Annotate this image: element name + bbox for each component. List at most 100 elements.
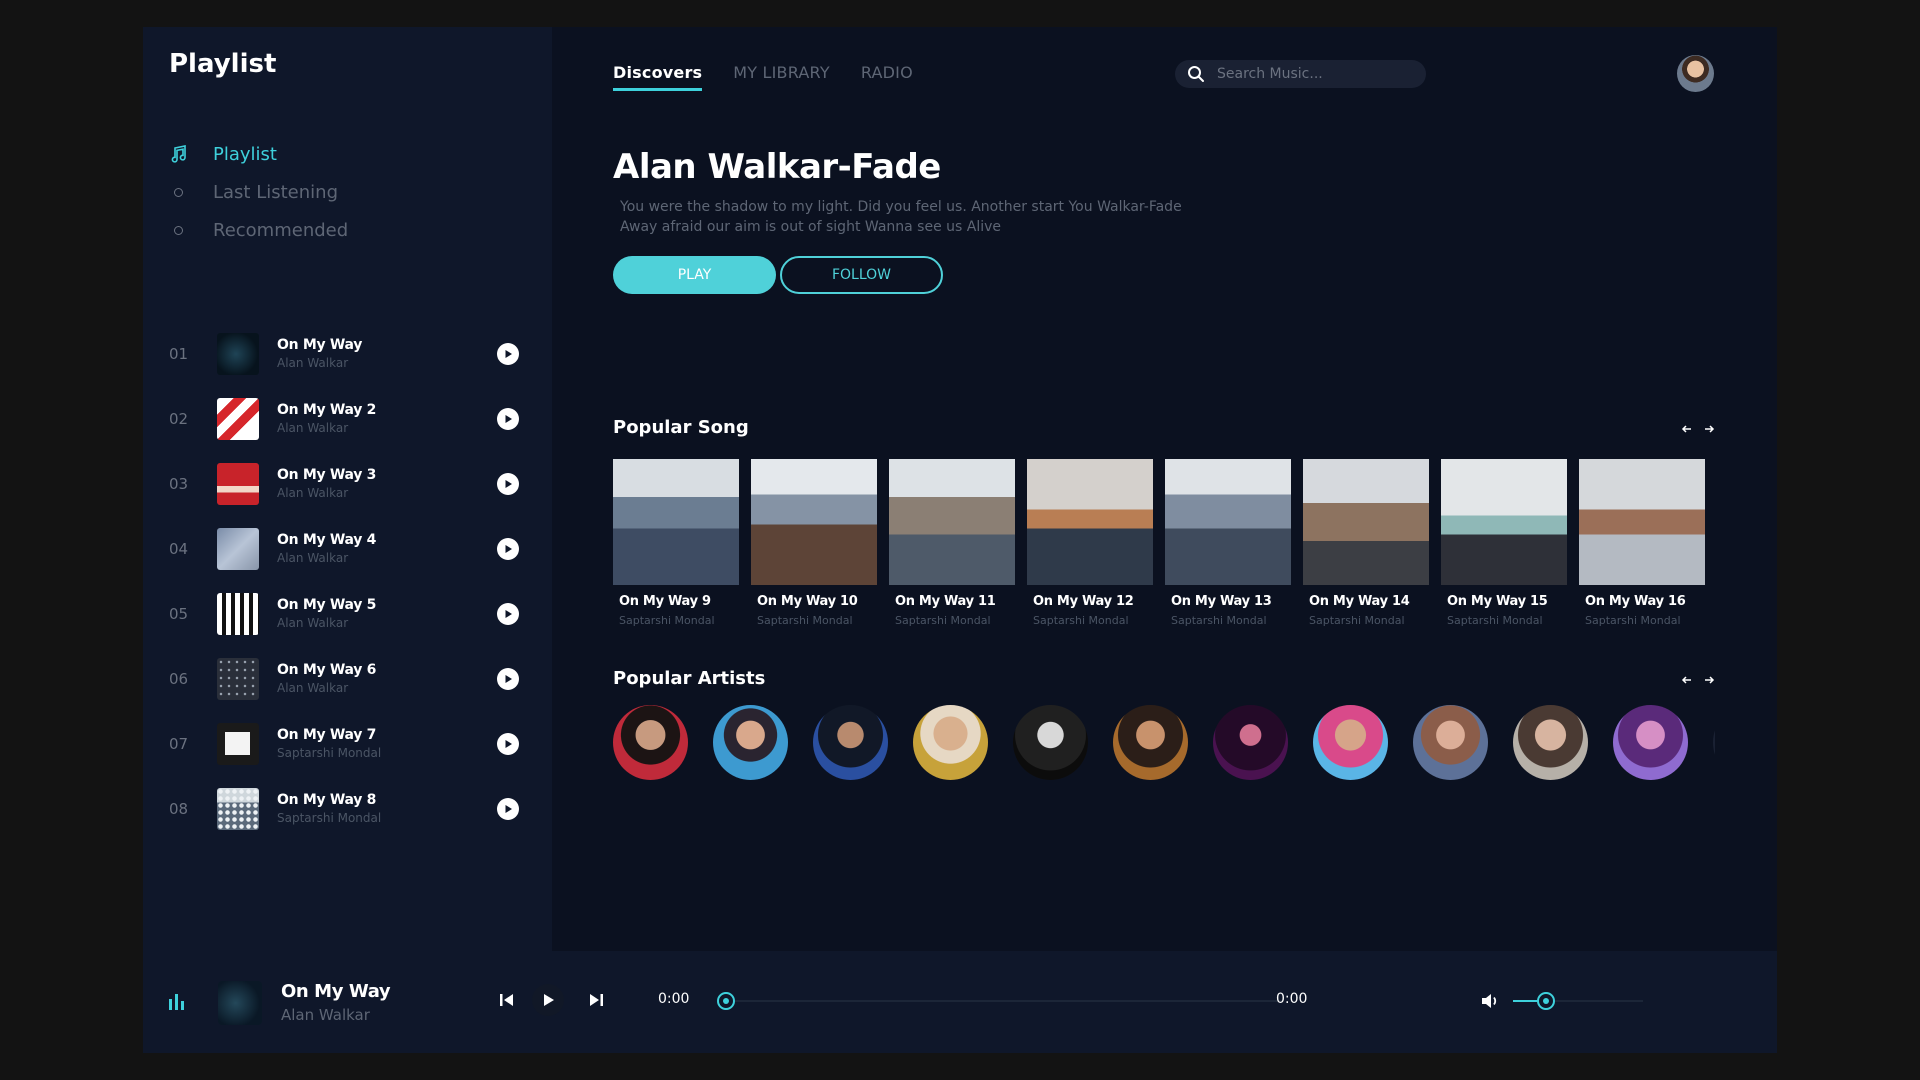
sidebar-item-last-listening[interactable]: Last Listening (169, 173, 348, 211)
arrow-right-icon[interactable] (1703, 420, 1715, 433)
artist-avatar[interactable] (713, 705, 788, 780)
search-input[interactable] (1217, 66, 1407, 82)
play-icon[interactable] (497, 797, 519, 820)
song-artist: Saptarshi Mondal (1447, 614, 1543, 627)
circle-dot-icon (169, 221, 187, 239)
artist-avatar[interactable] (1113, 705, 1188, 780)
search-icon (1187, 65, 1205, 83)
artist-avatar-partial[interactable] (1713, 705, 1715, 780)
sidebar-item-recommended[interactable]: Recommended (169, 211, 348, 249)
track-title: On My Way (277, 337, 363, 353)
now-playing-cover (218, 981, 262, 1025)
song-cover (1303, 459, 1429, 585)
next-icon[interactable] (585, 989, 607, 1011)
song-title: On My Way 14 (1309, 594, 1410, 609)
artist-avatar[interactable] (613, 705, 688, 780)
now-playing-artist: Alan Walkar (281, 1006, 370, 1024)
song-cover (1165, 459, 1291, 585)
tab-discovers[interactable]: Discovers (613, 63, 703, 91)
track-artist: Alan Walkar (277, 421, 349, 435)
search-bar (1175, 60, 1426, 88)
song-title: On My Way 10 (757, 594, 858, 609)
track-row[interactable]: 04 On My Way 4 Alan Walkar (169, 516, 529, 581)
tab-radio[interactable]: RADIO (861, 63, 913, 91)
song-card[interactable]: On My Way 10 Saptarshi Mondal (751, 459, 877, 627)
track-cover (217, 462, 259, 505)
artist-avatar[interactable] (1213, 705, 1288, 780)
song-card[interactable]: On My Way 15 Saptarshi Mondal (1441, 459, 1567, 627)
track-row[interactable]: 03 On My Way 3 Alan Walkar (169, 451, 529, 516)
song-title: On My Way 13 (1171, 594, 1272, 609)
sidebar-title: Playlist (169, 49, 277, 79)
track-row[interactable]: 02 On My Way 2 Alan Walkar (169, 386, 529, 451)
song-artist: Saptarshi Mondal (1171, 614, 1267, 627)
sidebar-item-label: Recommended (213, 219, 349, 241)
track-info: On My Way Alan Walkar (277, 337, 529, 370)
popular-artists-title: Popular Artists (613, 668, 766, 689)
artist-avatar[interactable] (1313, 705, 1388, 780)
track-number: 07 (169, 734, 189, 753)
track-row[interactable]: 08 On My Way 8 Saptarshi Mondal (169, 776, 529, 841)
progress-knob[interactable] (717, 992, 735, 1010)
volume-track[interactable] (1513, 1000, 1643, 1002)
play-button[interactable]: PLAY (613, 256, 776, 294)
song-title: On My Way 16 (1585, 594, 1686, 609)
track-artist: Alan Walkar (277, 681, 349, 695)
track-info: On My Way 8 Saptarshi Mondal (277, 792, 529, 825)
main-content: Discovers MY LIBRARY RADIO Alan Walkar-F… (552, 27, 1777, 951)
play-icon[interactable] (497, 407, 519, 430)
artist-avatar[interactable] (813, 705, 888, 780)
track-row[interactable]: 01 On My Way Alan Walkar (169, 321, 529, 386)
track-cover (217, 397, 259, 440)
artist-avatar[interactable] (1013, 705, 1088, 780)
sidebar-item-label: Playlist (213, 143, 277, 165)
song-card[interactable]: On My Way 13 Saptarshi Mondal (1165, 459, 1291, 627)
track-artist: Alan Walkar (277, 616, 349, 630)
song-card[interactable]: On My Way 16 Saptarshi Mondal (1579, 459, 1705, 627)
play-icon[interactable] (497, 472, 519, 495)
total-time: 0:00 (1276, 991, 1308, 1007)
previous-icon[interactable] (496, 989, 518, 1011)
play-pause-button[interactable] (532, 984, 564, 1016)
track-title: On My Way 5 (277, 597, 377, 613)
arrow-left-icon[interactable] (1681, 420, 1693, 433)
music-app: Playlist Playlist Last Listening Recomme… (143, 27, 1777, 1053)
play-icon[interactable] (497, 602, 519, 625)
music-note-icon (169, 145, 187, 163)
track-number: 01 (169, 344, 189, 363)
sidebar-item-playlist[interactable]: Playlist (169, 135, 348, 173)
track-row[interactable]: 06 On My Way 6 Alan Walkar (169, 646, 529, 711)
song-card[interactable]: On My Way 9 Saptarshi Mondal (613, 459, 739, 627)
arrow-left-icon[interactable] (1681, 671, 1693, 684)
play-icon[interactable] (497, 667, 519, 690)
track-info: On My Way 7 Saptarshi Mondal (277, 727, 529, 760)
play-icon[interactable] (497, 342, 519, 365)
artist-avatar[interactable] (913, 705, 988, 780)
track-title: On My Way 8 (277, 792, 377, 808)
song-cover (1441, 459, 1567, 585)
progress-track[interactable] (726, 1000, 1283, 1002)
song-card[interactable]: On My Way 11 Saptarshi Mondal (889, 459, 1015, 627)
tab-my-library[interactable]: MY LIBRARY (733, 63, 830, 91)
user-avatar[interactable] (1677, 55, 1714, 92)
song-card[interactable]: On My Way 12 Saptarshi Mondal (1027, 459, 1153, 627)
volume-knob[interactable] (1536, 992, 1555, 1010)
arrow-right-icon[interactable] (1703, 671, 1715, 684)
artist-avatar[interactable] (1413, 705, 1488, 780)
sidebar-nav: Playlist Last Listening Recommended (169, 135, 348, 249)
play-icon[interactable] (497, 732, 519, 755)
play-icon[interactable] (497, 537, 519, 560)
hero-description: You were the shadow to my light. Did you… (620, 199, 1182, 235)
follow-button[interactable]: FOLLOW (780, 256, 943, 294)
track-number: 04 (169, 539, 189, 558)
song-card[interactable]: On My Way 14 Saptarshi Mondal (1303, 459, 1429, 627)
track-row[interactable]: 05 On My Way 5 Alan Walkar (169, 581, 529, 646)
track-list: 01 On My Way Alan Walkar 02 On My Way 2 … (169, 321, 529, 841)
artist-avatar[interactable] (1513, 705, 1588, 780)
track-title: On My Way 7 (277, 727, 377, 743)
popular-song-list: On My Way 9 Saptarshi Mondal On My Way 1… (613, 459, 1715, 627)
artist-avatar[interactable] (1613, 705, 1688, 780)
track-row[interactable]: 07 On My Way 7 Saptarshi Mondal (169, 711, 529, 776)
song-cover (751, 459, 877, 585)
volume-icon[interactable] (1479, 990, 1501, 1012)
